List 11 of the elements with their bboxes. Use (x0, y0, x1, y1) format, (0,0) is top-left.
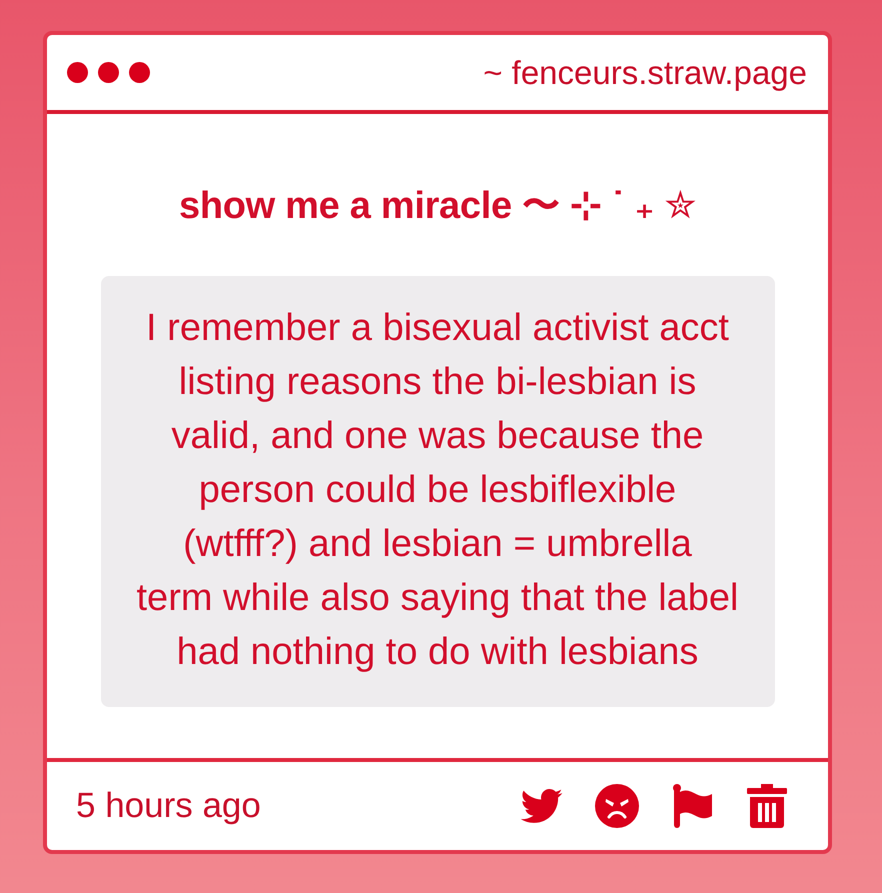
bird-icon[interactable] (519, 787, 563, 825)
trash-icon[interactable] (747, 784, 787, 828)
post-title: show me a miracle 〜 ⊹ ˙ ₊ ✮ (178, 184, 696, 228)
angry-face-icon[interactable] (595, 784, 639, 828)
url-text: ~ fenceurs.straw.page (483, 54, 807, 92)
window-dot-icon (129, 62, 150, 83)
flag-icon[interactable] (671, 784, 715, 828)
timestamp: 5 hours ago (76, 786, 261, 826)
window-dot-icon (67, 62, 88, 83)
window-dot-icon (98, 62, 119, 83)
message-text: I remember a bisexual activist acct listing reasons the bi-lesbian is valid, and one was because the person could be lesbiflexible (wtfff?) and lesbian = umbrella term while also saying that the label had nothing to do with lesbians (136, 306, 740, 675)
